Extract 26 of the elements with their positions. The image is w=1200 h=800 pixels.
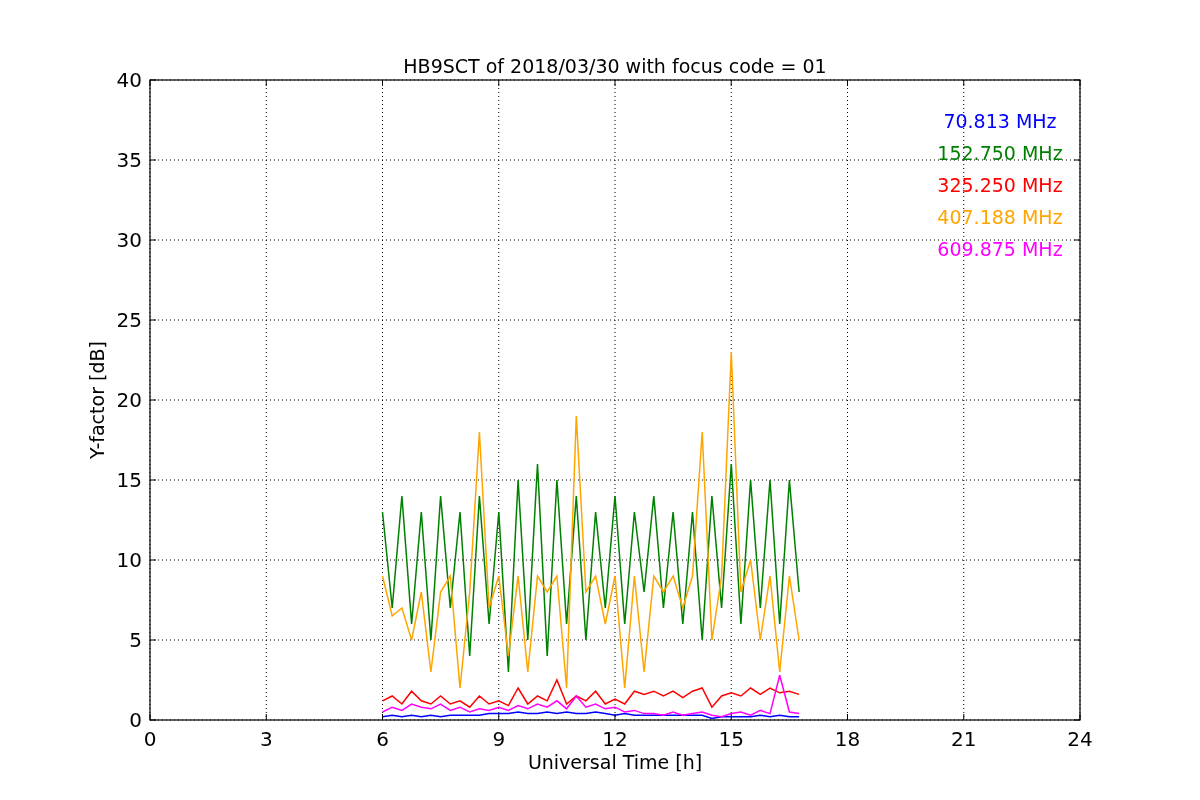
legend-label: 325.250 MHz — [937, 174, 1063, 196]
tick-label: 9 — [492, 727, 506, 751]
tick-label: 25 — [116, 308, 142, 332]
legend-label: 70.813 MHz — [943, 110, 1057, 132]
tick-label: 10 — [116, 548, 142, 572]
tick-label: 30 — [116, 228, 142, 252]
tick-label: 20 — [116, 388, 142, 412]
tick-label: 5 — [129, 628, 142, 652]
chart-title: HB9SCT of 2018/03/30 with focus code = 01 — [403, 55, 827, 77]
legend-label: 609.875 MHz — [937, 238, 1063, 260]
tick-label: 18 — [834, 727, 861, 751]
tick-label: 24 — [1067, 727, 1093, 751]
tick-label: 40 — [116, 68, 142, 92]
tick-label: 35 — [116, 148, 142, 172]
tick-label: 15 — [116, 468, 142, 492]
axis-label: Universal Time [h] — [527, 751, 703, 773]
legend-label: 152.750 MHz — [937, 142, 1063, 164]
tick-label: 0 — [129, 708, 142, 732]
tick-label: 12 — [602, 727, 628, 751]
tick-label: 15 — [718, 727, 744, 751]
legend-label: 407.188 MHz — [937, 206, 1063, 228]
axis-label: Y-factor [dB] — [86, 341, 108, 459]
tick-label: 0 — [143, 727, 157, 751]
tick-label: 3 — [259, 727, 273, 751]
tick-label: 6 — [376, 727, 389, 751]
tick-label: 21 — [951, 727, 977, 751]
